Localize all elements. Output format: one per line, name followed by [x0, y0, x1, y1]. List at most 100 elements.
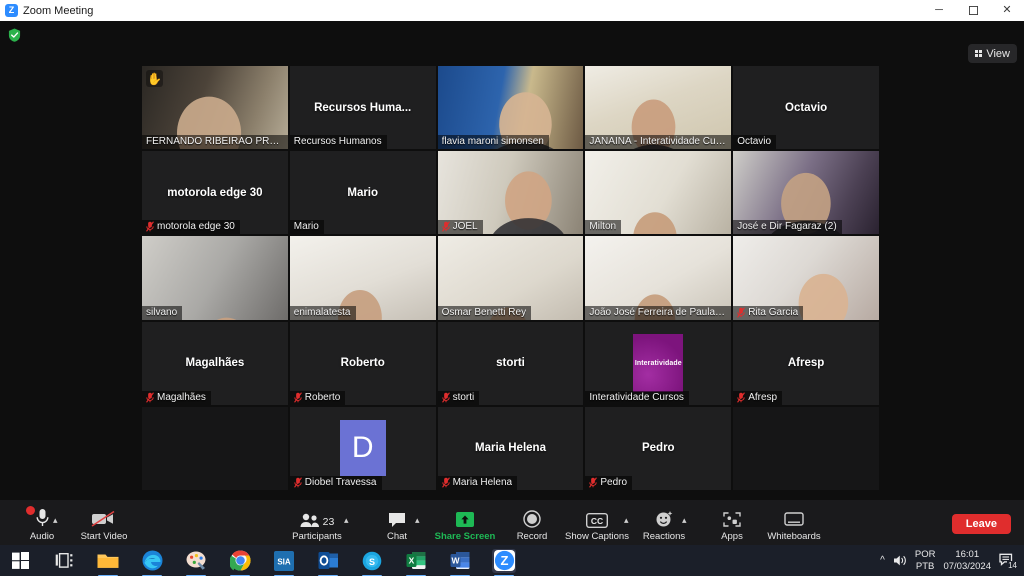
record-button[interactable]: Record — [500, 506, 564, 542]
participant-tile[interactable]: motorola edge 30 motorola edge 30 — [142, 151, 288, 235]
microphone-muted-icon — [441, 392, 450, 403]
participant-name-bar: silvano — [142, 305, 183, 320]
share-screen-button[interactable]: Share Screen — [433, 506, 497, 542]
share-screen-icon-wrap — [455, 506, 475, 528]
reactions-button[interactable]: ▴ Reactions — [632, 506, 696, 542]
sia-app-button[interactable]: SIA — [272, 549, 296, 576]
participant-tile[interactable]: enimalatesta — [289, 236, 436, 320]
participant-name-label: silvano — [146, 306, 178, 318]
participant-display-name: Recursos Huma... — [314, 101, 412, 114]
speaker-icon[interactable] — [893, 554, 907, 567]
microsoft-outlook-button[interactable] — [316, 549, 340, 576]
microsoft-word-button[interactable]: W — [448, 549, 472, 576]
show-captions-button[interactable]: CC ▴ Show Captions — [558, 506, 636, 542]
participant-name-label: JANAINA - Interatividade Curs... — [589, 136, 727, 148]
participant-name-bar: Afresp — [733, 390, 783, 405]
participant-name-label: Rita Garcia — [748, 306, 799, 318]
smiley-icon-wrap — [655, 506, 673, 528]
record-circle-icon — [523, 510, 541, 528]
close-button[interactable]: ✕ — [990, 0, 1024, 21]
participant-tile[interactable]: Afresp Afresp — [733, 321, 879, 405]
clock-time: 16:01 — [955, 548, 980, 560]
show-captions-label: Show Captions — [565, 531, 629, 542]
participant-name-label: Pedro — [600, 476, 628, 488]
window-title-bar: Z Zoom Meeting ─ ✕ — [0, 0, 1024, 21]
microsoft-edge-button[interactable] — [140, 549, 164, 576]
captions-chevron-icon[interactable]: ▴ — [624, 516, 629, 525]
participant-logo: Interatividade — [633, 334, 684, 393]
minimize-button[interactable]: ─ — [922, 0, 956, 21]
avatar: D — [339, 420, 386, 477]
chat-button[interactable]: ▴ Chat — [365, 506, 429, 542]
file-explorer-button[interactable] — [96, 549, 120, 576]
participant-name-bar: Rita Garcia — [733, 305, 804, 320]
clock[interactable]: 16:01 07/03/2024 — [943, 549, 991, 573]
google-chrome-button[interactable] — [228, 549, 252, 576]
participant-tile[interactable]: Pedro Pedro — [585, 406, 732, 490]
record-circle-icon-wrap — [523, 506, 541, 528]
participant-tile[interactable]: Rita Garcia — [733, 236, 879, 320]
maximize-button[interactable] — [956, 0, 990, 21]
leave-button[interactable]: Leave — [951, 514, 1011, 534]
participant-tile[interactable]: Octavio Octavio — [733, 66, 879, 150]
edge-icon — [142, 550, 162, 571]
share-screen-icon — [456, 512, 474, 527]
participant-name-bar: flavia maroni simonsen — [437, 135, 549, 150]
participant-tile[interactable]: D Diobel Travessa — [289, 406, 436, 490]
participant-name-label: storti — [452, 391, 475, 403]
microsoft-excel-button[interactable]: X — [404, 549, 428, 576]
participant-tile[interactable]: Osmar Benetti Rey — [437, 236, 584, 320]
participant-tile-empty — [142, 406, 288, 490]
microphone-muted-icon — [737, 392, 746, 403]
participant-tile[interactable]: silvano — [142, 236, 288, 320]
participant-tile[interactable]: JANAINA - Interatividade Curs... — [585, 66, 732, 150]
participant-tile[interactable]: João José Ferreira de Paula S... — [585, 236, 732, 320]
svg-text:Z: Z — [500, 553, 508, 568]
participant-tile[interactable]: José e Dir Fagaraz (2) — [733, 151, 879, 235]
raised-hand-icon: ✋ — [146, 70, 163, 87]
folder-icon — [97, 554, 119, 568]
paint-button[interactable] — [184, 549, 208, 576]
start-button[interactable] — [8, 549, 32, 573]
participants-button[interactable]: 23 ▴ Participants — [280, 506, 354, 542]
svg-text:S: S — [369, 557, 375, 567]
chevron-up-icon[interactable]: ^ — [880, 555, 885, 566]
audio-button[interactable]: ▴ Audio — [10, 505, 74, 542]
participant-tile[interactable]: Milton — [585, 151, 732, 235]
participant-name-label: Recursos Humanos — [293, 136, 382, 148]
participant-name-bar: Mario — [289, 220, 324, 235]
whiteboards-button[interactable]: Whiteboards — [756, 506, 832, 542]
participant-name-label: Octavio — [737, 136, 772, 148]
participant-name-label: Afresp — [748, 391, 778, 403]
participant-name-bar: Milton — [585, 220, 622, 235]
reactions-chevron-icon[interactable]: ▴ — [682, 516, 687, 525]
view-button[interactable]: View — [968, 44, 1017, 63]
participant-tile[interactable]: ✋ FERNANDO RIBEIRAO PRETO — [142, 66, 288, 150]
participant-tile[interactable]: JOEL — [437, 151, 584, 235]
language-line2: PTB — [915, 560, 935, 572]
participant-tile[interactable]: Roberto Roberto — [289, 321, 436, 405]
participant-name-bar: enimalatesta — [289, 305, 356, 320]
skype-button[interactable]: S — [360, 549, 384, 576]
participant-tile[interactable]: Mario Mario — [289, 151, 436, 235]
participants-chevron-icon[interactable]: ▴ — [344, 516, 349, 525]
participant-tile[interactable]: Recursos Huma... Recursos Humanos — [289, 66, 436, 150]
audio-chevron-icon[interactable]: ▴ — [53, 516, 58, 525]
zoom-app-button[interactable]: Z — [492, 548, 516, 576]
start-video-button[interactable]: Start Video — [72, 506, 136, 542]
participant-name-label: Interatividade Cursos — [589, 391, 684, 403]
participant-tile[interactable]: Maria Helena Maria Helena — [437, 406, 584, 490]
participant-name-bar: Magalhães — [142, 390, 211, 405]
chat-chevron-icon[interactable]: ▴ — [415, 516, 420, 525]
participant-tile[interactable]: flavia maroni simonsen — [437, 66, 584, 150]
record-label: Record — [516, 531, 548, 542]
participant-tile[interactable]: Magalhães Magalhães — [142, 321, 288, 405]
notifications-button[interactable]: 14 — [999, 553, 1018, 570]
participant-tile[interactable]: Interatividade Interatividade Cursos — [585, 321, 732, 405]
participant-tile[interactable]: storti storti — [437, 321, 584, 405]
green-shield-check-icon[interactable] — [8, 28, 21, 42]
task-view-button[interactable] — [52, 549, 76, 573]
cc-icon-wrap: CC — [586, 506, 608, 528]
language-indicator[interactable]: POR PTB — [915, 549, 936, 573]
apps-button[interactable]: Apps — [700, 506, 764, 542]
